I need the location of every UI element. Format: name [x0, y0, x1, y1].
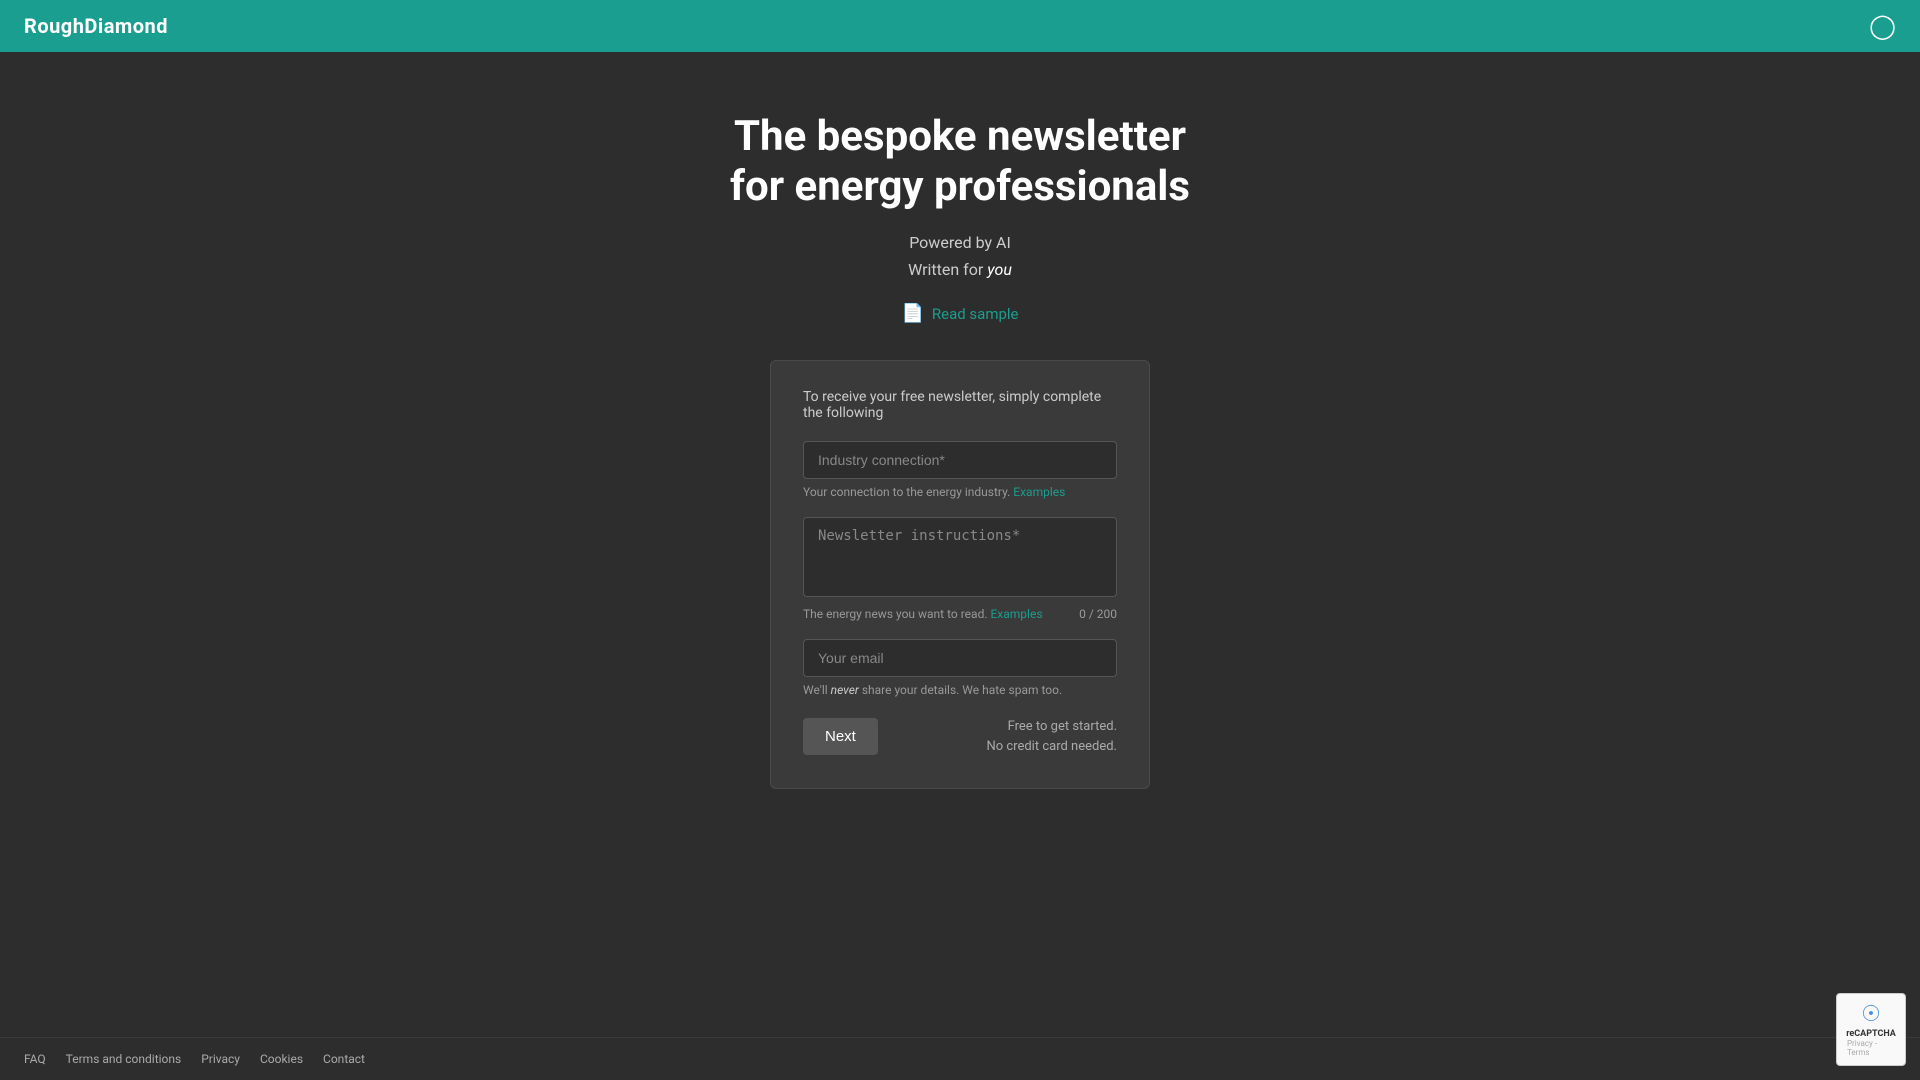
hero-title-line1: The bespoke newsletter [734, 112, 1186, 161]
industry-connection-hint: Your connection to the energy industry. … [803, 485, 1117, 499]
newsletter-hint-label: The energy news you want to read. [803, 607, 988, 621]
read-sample-link[interactable]: 📄 Read sample [901, 303, 1018, 324]
email-input[interactable] [803, 639, 1117, 677]
industry-examples-link[interactable]: Examples [1013, 485, 1065, 499]
free-note-line2: No credit card needed. [986, 737, 1117, 757]
industry-connection-input[interactable] [803, 441, 1117, 479]
footer-terms-link[interactable]: Terms and conditions [66, 1052, 182, 1066]
footer-cookies-link[interactable]: Cookies [260, 1052, 303, 1066]
read-sample-icon: 📄 [901, 303, 923, 324]
hero-title: The bespoke newsletter for energy profes… [730, 112, 1190, 213]
hero-subtitle-italic: you [987, 260, 1012, 279]
spam-suffix: share your details. We hate spam too. [859, 683, 1062, 697]
main-content: The bespoke newsletter for energy profes… [0, 52, 1920, 1037]
recaptcha-icon: ☉ [1861, 1002, 1881, 1027]
form-intro: To receive your free newsletter, simply … [803, 389, 1117, 421]
form-card: To receive your free newsletter, simply … [770, 360, 1150, 789]
recaptcha-subtext: Privacy - Terms [1847, 1039, 1895, 1057]
newsletter-examples-link[interactable]: Examples [990, 607, 1042, 621]
industry-hint-text: Your connection to the energy industry. [803, 485, 1010, 499]
form-footer: Next Free to get started. No credit card… [803, 717, 1117, 756]
read-sample-label: Read sample [932, 305, 1019, 323]
footer-privacy-link[interactable]: Privacy [201, 1052, 240, 1066]
hero-subtitle-line1: Powered by AI [908, 229, 1012, 256]
next-button[interactable]: Next [803, 718, 878, 755]
header: RoughDiamond ◯ [0, 0, 1920, 52]
footer-contact-link[interactable]: Contact [323, 1052, 365, 1066]
account-icon[interactable]: ◯ [1869, 12, 1896, 40]
footer-faq-link[interactable]: FAQ [24, 1052, 46, 1066]
hero-subtitle-prefix: Written for [908, 260, 987, 279]
hero-subtitle: Powered by AI Written for you [908, 229, 1012, 283]
recaptcha-label: reCAPTCHA [1846, 1029, 1896, 1039]
newsletter-hint-row: The energy news you want to read. Exampl… [803, 607, 1117, 621]
recaptcha-badge: ☉ reCAPTCHA Privacy - Terms [1836, 993, 1906, 1066]
spam-note: We'll never share your details. We hate … [803, 683, 1117, 697]
hero-title-line2: for energy professionals [730, 162, 1190, 211]
char-count: 0 / 200 [1079, 607, 1117, 621]
footer: FAQ Terms and conditions Privacy Cookies… [0, 1037, 1920, 1080]
email-group: We'll never share your details. We hate … [803, 639, 1117, 697]
hero-subtitle-line2: Written for you [908, 256, 1012, 283]
spam-prefix: We'll [803, 683, 831, 697]
newsletter-instructions-group: The energy news you want to read. Exampl… [803, 517, 1117, 621]
free-note-line1: Free to get started. [986, 717, 1117, 737]
spam-italic: never [831, 683, 859, 697]
free-note: Free to get started. No credit card need… [986, 717, 1117, 756]
newsletter-hint-text: The energy news you want to read. Exampl… [803, 607, 1043, 621]
logo: RoughDiamond [24, 14, 168, 38]
newsletter-instructions-input[interactable] [803, 517, 1117, 597]
industry-connection-group: Your connection to the energy industry. … [803, 441, 1117, 499]
